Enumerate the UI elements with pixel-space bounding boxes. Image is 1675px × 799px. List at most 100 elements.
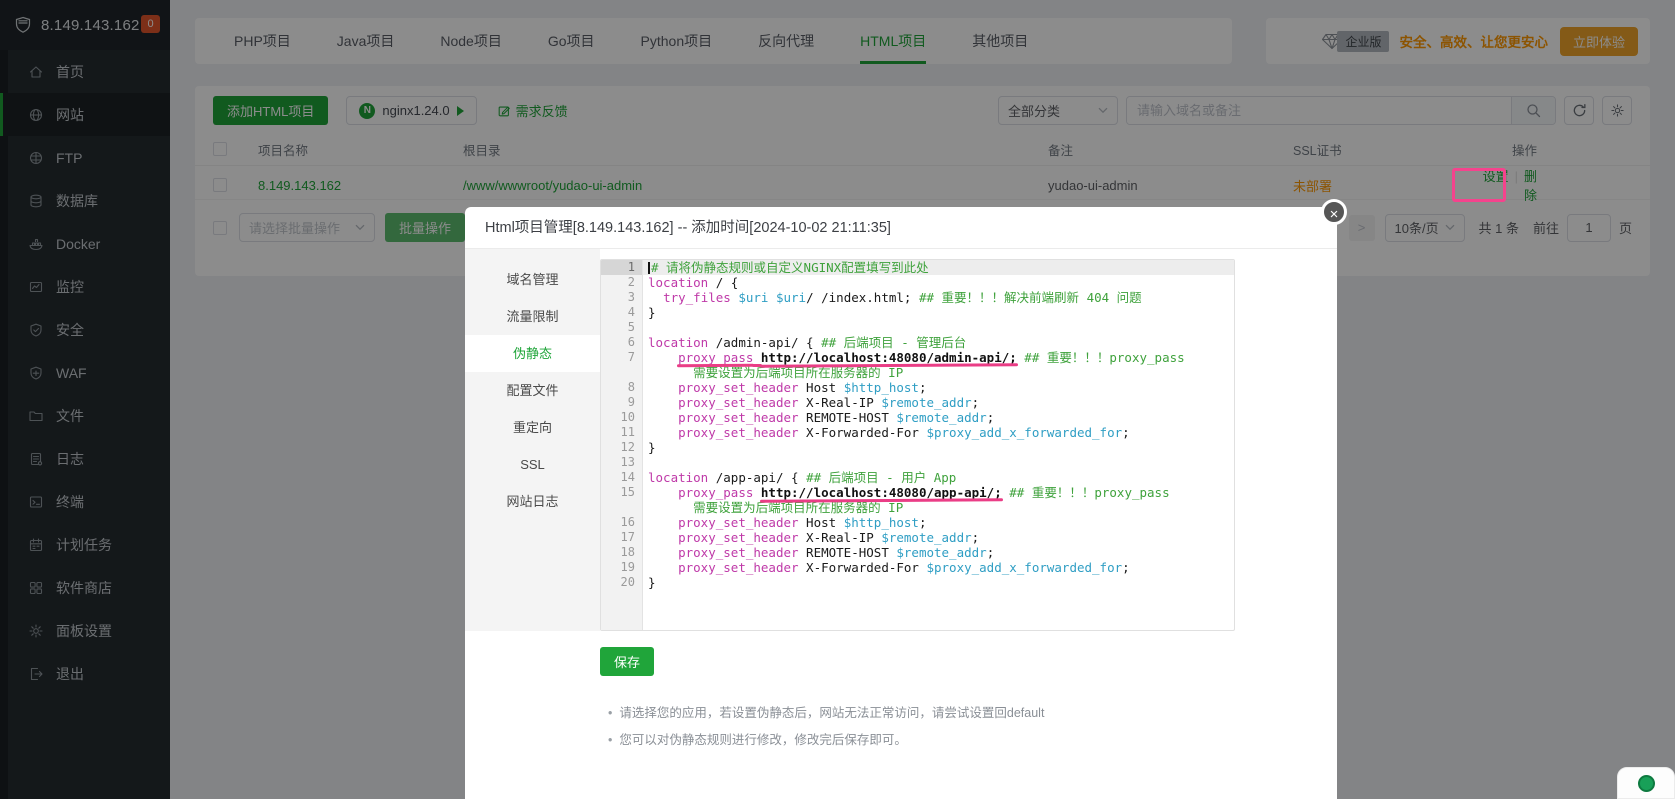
token-pl: ;: [1122, 560, 1130, 575]
token-com: ## 后端项目 - 用户 App: [806, 470, 956, 485]
code-line[interactable]: 5: [601, 320, 1234, 335]
modal-tab-伪静态[interactable]: 伪静态: [465, 335, 600, 372]
modal-tab-重定向[interactable]: 重定向: [465, 409, 600, 446]
line-number: [601, 365, 643, 380]
token-pl: /app-api/ {: [708, 470, 806, 485]
token-pl: [648, 350, 678, 365]
code-line[interactable]: 需要设置为后端项目所在服务器的 IP: [601, 500, 1234, 515]
code-text: proxy_set_header REMOTE-HOST $remote_add…: [643, 410, 1234, 425]
line-number: 4: [601, 305, 643, 320]
line-number: 6: [601, 335, 643, 350]
code-text: proxy_set_header Host $http_host;: [643, 515, 1234, 530]
modal-tab-流量限制[interactable]: 流量限制: [465, 298, 600, 335]
code-line[interactable]: 19 proxy_set_header X-Forwarded-For $pro…: [601, 560, 1234, 575]
code-line[interactable]: 14location /app-api/ { ## 后端项目 - 用户 App: [601, 470, 1234, 485]
token-pl: X-Forwarded-For: [799, 560, 927, 575]
modal-notes: 请选择您的应用，若设置伪静态后，网站无法正常访问，请尝试设置回default您可…: [608, 700, 1337, 754]
code-text: 需要设置为后端项目所在服务器的 IP: [643, 365, 1234, 380]
token-kw: proxy_set_header: [678, 410, 798, 425]
token-pl: [648, 425, 678, 440]
token-kw: location: [648, 335, 708, 350]
code-line[interactable]: 7 proxy_pass http://localhost:48080/admi…: [601, 350, 1234, 365]
line-number: 16: [601, 515, 643, 530]
settings-highlight-annotation: [1452, 168, 1506, 202]
line-number: 8: [601, 380, 643, 395]
token-kw: proxy_pass: [678, 485, 753, 500]
code-line[interactable]: 15 proxy_pass http://localhost:48080/app…: [601, 485, 1234, 500]
rewrite-code-editor[interactable]: 1 # 请将伪静态规则或自定义NGINX配置填写到此处2location / {3…: [600, 259, 1235, 631]
token-var: $uri: [776, 290, 806, 305]
editor-empty-area[interactable]: [601, 590, 1234, 630]
code-line[interactable]: 4}: [601, 305, 1234, 320]
token-pl: [648, 545, 678, 560]
code-text: location /app-api/ { ## 后端项目 - 用户 App: [643, 470, 1234, 485]
token-pl: [648, 410, 678, 425]
save-button[interactable]: 保存: [600, 647, 654, 676]
token-kw: proxy_set_header: [678, 380, 798, 395]
token-pl: / {: [708, 275, 738, 290]
token-pl: REMOTE-HOST: [799, 545, 897, 560]
code-line[interactable]: 18 proxy_set_header REMOTE-HOST $remote_…: [601, 545, 1234, 560]
code-line[interactable]: 需要设置为后端项目所在服务器的 IP: [601, 365, 1234, 380]
code-line[interactable]: 11 proxy_set_header X-Forwarded-For $pro…: [601, 425, 1234, 440]
token-pl: ;: [987, 410, 995, 425]
modal-tab-配置文件[interactable]: 配置文件: [465, 372, 600, 409]
line-number: 14: [601, 470, 643, 485]
code-line[interactable]: 13: [601, 455, 1234, 470]
token-kw: location: [648, 470, 708, 485]
line-number: 9: [601, 395, 643, 410]
modal-title: Html项目管理[8.149.143.162] -- 添加时间[2024-10-…: [465, 207, 1337, 249]
line-number: 5: [601, 320, 643, 335]
code-text: proxy_set_header X-Forwarded-For $proxy_…: [643, 425, 1234, 440]
code-line[interactable]: 1 # 请将伪静态规则或自定义NGINX配置填写到此处: [601, 260, 1234, 275]
code-line[interactable]: 3 try_files $uri $uri/ /index.html; ## 重…: [601, 290, 1234, 305]
token-pl: [753, 350, 761, 365]
line-number: 1: [601, 260, 643, 275]
modal-tab-域名管理[interactable]: 域名管理: [465, 261, 600, 298]
modal-tab-SSL[interactable]: SSL: [465, 446, 600, 483]
code-line[interactable]: 2location / {: [601, 275, 1234, 290]
code-text: location /admin-api/ { ## 后端项目 - 管理后台: [643, 335, 1234, 350]
token-pl: [648, 500, 693, 515]
modal-tab-网站日志[interactable]: 网站日志: [465, 483, 600, 520]
token-var: $uri: [738, 290, 768, 305]
help-green-dot-icon: [1638, 775, 1655, 792]
code-line[interactable]: 20}: [601, 575, 1234, 590]
line-number: 10: [601, 410, 643, 425]
code-line[interactable]: 6location /admin-api/ { ## 后端项目 - 管理后台: [601, 335, 1234, 350]
code-text: }: [643, 440, 1234, 455]
token-pl: }: [648, 305, 656, 320]
token-com: ## 重要！！！解决前端刷新 404 问题: [919, 290, 1142, 305]
line-number: 11: [601, 425, 643, 440]
code-line[interactable]: 8 proxy_set_header Host $http_host;: [601, 380, 1234, 395]
code-text: 需要设置为后端项目所在服务器的 IP: [643, 500, 1234, 515]
code-line[interactable]: 10 proxy_set_header REMOTE-HOST $remote_…: [601, 410, 1234, 425]
gutter: [601, 590, 643, 630]
code-text: }: [643, 575, 1234, 590]
token-pl: /admin-api/ {: [708, 335, 821, 350]
token-com: # 请将伪静态规则或自定义NGINX配置填写到此处: [651, 260, 929, 275]
token-pl: ;: [987, 545, 995, 560]
token-url: http://localhost:48080/admin-api/;: [761, 350, 1017, 365]
note-item: 请选择您的应用，若设置伪静态后，网站无法正常访问，请尝试设置回default: [608, 700, 1337, 727]
token-pl: }: [648, 575, 656, 590]
line-number: 12: [601, 440, 643, 455]
token-pl: [753, 485, 761, 500]
token-pl: [648, 395, 678, 410]
note-item: 您可以对伪静态规则进行修改，修改完后保存即可。: [608, 727, 1337, 754]
code-text: proxy_set_header Host $http_host;: [643, 380, 1234, 395]
modal-body: 域名管理流量限制伪静态配置文件重定向SSL网站日志 1 # 请将伪静态规则或自定义…: [465, 249, 1337, 631]
token-com: ## 重要！！！proxy_pass: [1002, 485, 1170, 500]
code-line[interactable]: 16 proxy_set_header Host $http_host;: [601, 515, 1234, 530]
token-pl: / /index.html;: [806, 290, 919, 305]
code-text: }: [643, 305, 1234, 320]
project-settings-modal: × Html项目管理[8.149.143.162] -- 添加时间[2024-1…: [465, 207, 1337, 799]
token-pl: [648, 290, 663, 305]
close-icon[interactable]: ×: [1321, 199, 1347, 225]
code-line[interactable]: 17 proxy_set_header X-Real-IP $remote_ad…: [601, 530, 1234, 545]
code-line[interactable]: 12}: [601, 440, 1234, 455]
token-pl: [768, 290, 776, 305]
token-pl: [648, 380, 678, 395]
code-line[interactable]: 9 proxy_set_header X-Real-IP $remote_add…: [601, 395, 1234, 410]
help-widget[interactable]: [1617, 767, 1675, 799]
